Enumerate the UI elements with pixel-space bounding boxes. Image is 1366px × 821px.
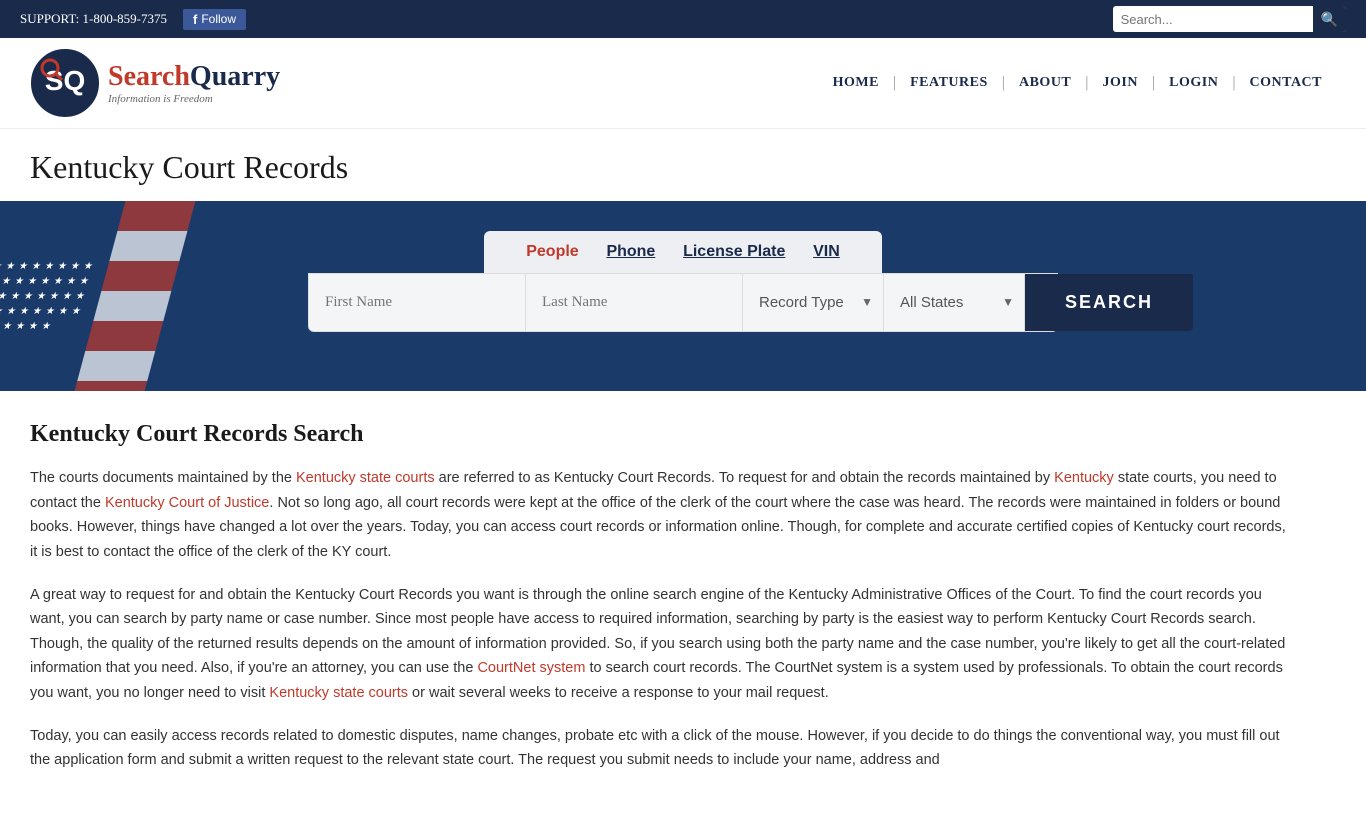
all-states-wrapper: All States Alabama Alaska Arizona Arkans… (884, 274, 1025, 331)
page-title: Kentucky Court Records (30, 149, 1336, 186)
tab-vin[interactable]: VIN (813, 243, 840, 261)
facebook-logo: f (193, 12, 197, 27)
tabs-row: People Phone License Plate VIN (308, 231, 1058, 273)
top-search-button[interactable]: 🔍 (1313, 6, 1346, 32)
support-label: SUPPORT: 1-800-859-7375 (20, 11, 167, 27)
link-kentucky-1[interactable]: Kentucky (1054, 470, 1114, 486)
search-button[interactable]: SEARCH (1025, 274, 1193, 331)
tab-people[interactable]: People (526, 243, 578, 261)
link-kentucky-state-courts-2[interactable]: Kentucky state courts (269, 685, 408, 701)
banner: ★★★★ ★★★★ ★★★★ ★★★★ ★★★★ ★★★★ ★★★★ ★★★★ … (0, 201, 1366, 391)
first-name-input[interactable] (309, 274, 526, 331)
tab-phone[interactable]: Phone (606, 243, 655, 261)
facebook-follow-button[interactable]: f Follow (183, 9, 246, 30)
logo-brand-part2: Quarry (190, 61, 280, 92)
nav-join[interactable]: JOIN (1088, 75, 1151, 91)
logo: SQ SearchQuarry Information is Freedom (30, 48, 280, 118)
header: SQ SearchQuarry Information is Freedom H… (0, 38, 1366, 129)
content-paragraph-2: A great way to request for and obtain th… (30, 583, 1290, 706)
nav-contact[interactable]: CONTACT (1236, 75, 1336, 91)
svg-text:SQ: SQ (45, 65, 85, 96)
record-type-wrapper: Record Type Criminal Civil Traffic ▼ (743, 274, 884, 331)
link-kentucky-court-of-justice[interactable]: Kentucky Court of Justice (105, 495, 269, 511)
nav-features[interactable]: FEATURES (896, 75, 1002, 91)
nav-login[interactable]: LOGIN (1155, 75, 1232, 91)
content: Kentucky Court Records Search The courts… (0, 391, 1320, 821)
logo-text: SearchQuarry Information is Freedom (108, 61, 280, 105)
main-nav: HOME | FEATURES | ABOUT | JOIN | LOGIN |… (819, 74, 1336, 92)
logo-icon: SQ (30, 48, 100, 118)
tab-license-plate[interactable]: License Plate (683, 243, 785, 261)
record-type-select[interactable]: Record Type Criminal Civil Traffic (743, 276, 883, 329)
content-paragraph-1: The courts documents maintained by the K… (30, 466, 1290, 565)
logo-brand-part1: Search (108, 61, 190, 92)
follow-label: Follow (201, 12, 236, 26)
top-bar: SUPPORT: 1-800-859-7375 f Follow 🔍 (0, 0, 1366, 38)
top-search-input[interactable] (1113, 12, 1313, 27)
logo-brand: SearchQuarry (108, 61, 280, 93)
nav-home[interactable]: HOME (819, 75, 893, 91)
top-bar-left: SUPPORT: 1-800-859-7375 f Follow (20, 9, 246, 30)
nav-about[interactable]: ABOUT (1005, 75, 1085, 91)
link-kentucky-state-courts-1[interactable]: Kentucky state courts (296, 470, 435, 486)
last-name-input[interactable] (526, 274, 743, 331)
search-form: Record Type Criminal Civil Traffic ▼ All… (308, 273, 1058, 332)
tab-panel: People Phone License Plate VIN (484, 231, 882, 273)
content-paragraph-3: Today, you can easily access records rel… (30, 724, 1290, 773)
logo-tagline: Information is Freedom (108, 93, 280, 105)
link-courtnet-system[interactable]: CourtNet system (477, 660, 585, 676)
top-search-bar: 🔍 (1113, 6, 1346, 32)
page-title-section: Kentucky Court Records (0, 129, 1366, 201)
content-title: Kentucky Court Records Search (30, 421, 1290, 448)
all-states-select[interactable]: All States Alabama Alaska Arizona Arkans… (884, 276, 1024, 329)
search-widget: People Phone License Plate VIN Record Ty… (308, 231, 1058, 332)
